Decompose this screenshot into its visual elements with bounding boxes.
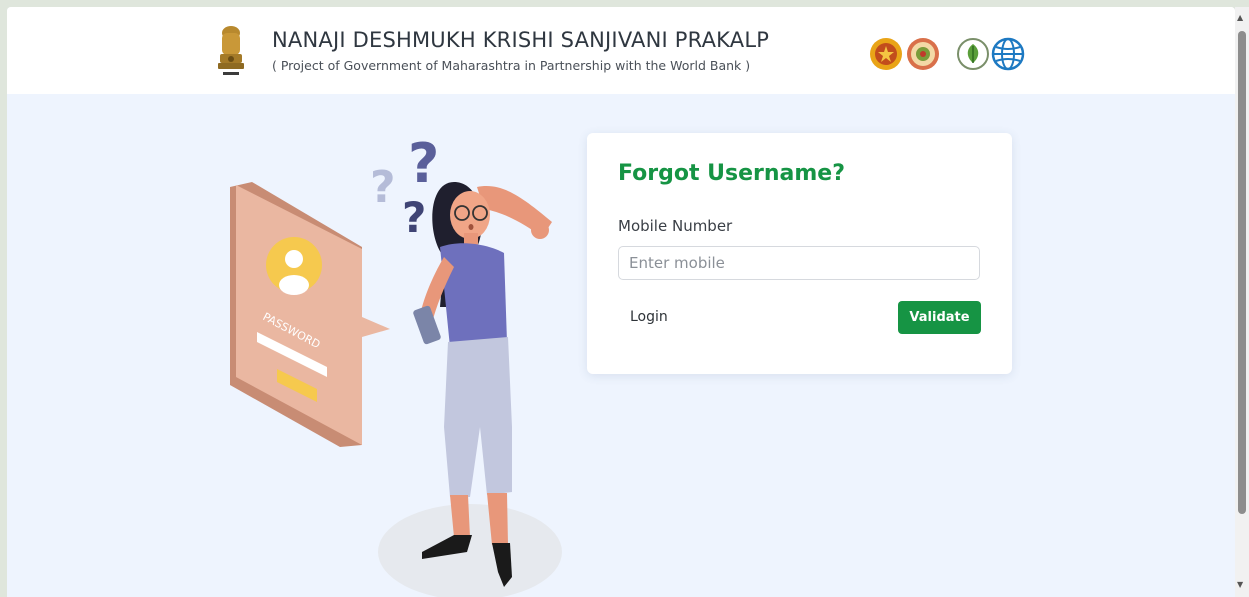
scrollbar-thumb[interactable] <box>1238 31 1246 514</box>
maharashtra-govt-seal-icon <box>870 38 902 70</box>
world-bank-globe-icon <box>991 37 1025 71</box>
page-header: NANAJI DESHMUKH KRISHI SANJIVANI PRAKALP… <box>7 7 1235 94</box>
svg-text:?: ? <box>408 132 439 195</box>
question-marks-graphic: ? ? ? <box>370 132 439 242</box>
validate-button[interactable]: Validate <box>898 301 981 334</box>
svg-text:?: ? <box>370 162 396 213</box>
scroll-up-arrow-icon[interactable]: ▲ <box>1237 13 1243 22</box>
scroll-down-arrow-icon[interactable]: ▼ <box>1237 580 1243 589</box>
login-link[interactable]: Login <box>630 309 668 325</box>
svg-text:?: ? <box>402 193 426 242</box>
forgot-password-illustration: PASSWORD ? ? ? <box>230 132 562 597</box>
mobile-number-label: Mobile Number <box>618 217 733 235</box>
page-title: NANAJI DESHMUKH KRISHI SANJIVANI PRAKALP <box>272 28 770 52</box>
mobile-number-input[interactable] <box>618 246 980 280</box>
browser-viewport: NANAJI DESHMUKH KRISHI SANJIVANI PRAKALP… <box>7 7 1235 597</box>
forgot-username-card: Forgot Username? Mobile Number Login Val… <box>587 133 1012 374</box>
national-emblem-icon <box>218 26 244 75</box>
page-subtitle: ( Project of Government of Maharashtra i… <box>272 58 751 73</box>
agriculture-dept-seal-icon <box>907 38 939 70</box>
password-card-graphic: PASSWORD <box>230 182 390 447</box>
pocra-leaf-logo-icon <box>957 38 989 70</box>
form-title: Forgot Username? <box>618 161 845 186</box>
